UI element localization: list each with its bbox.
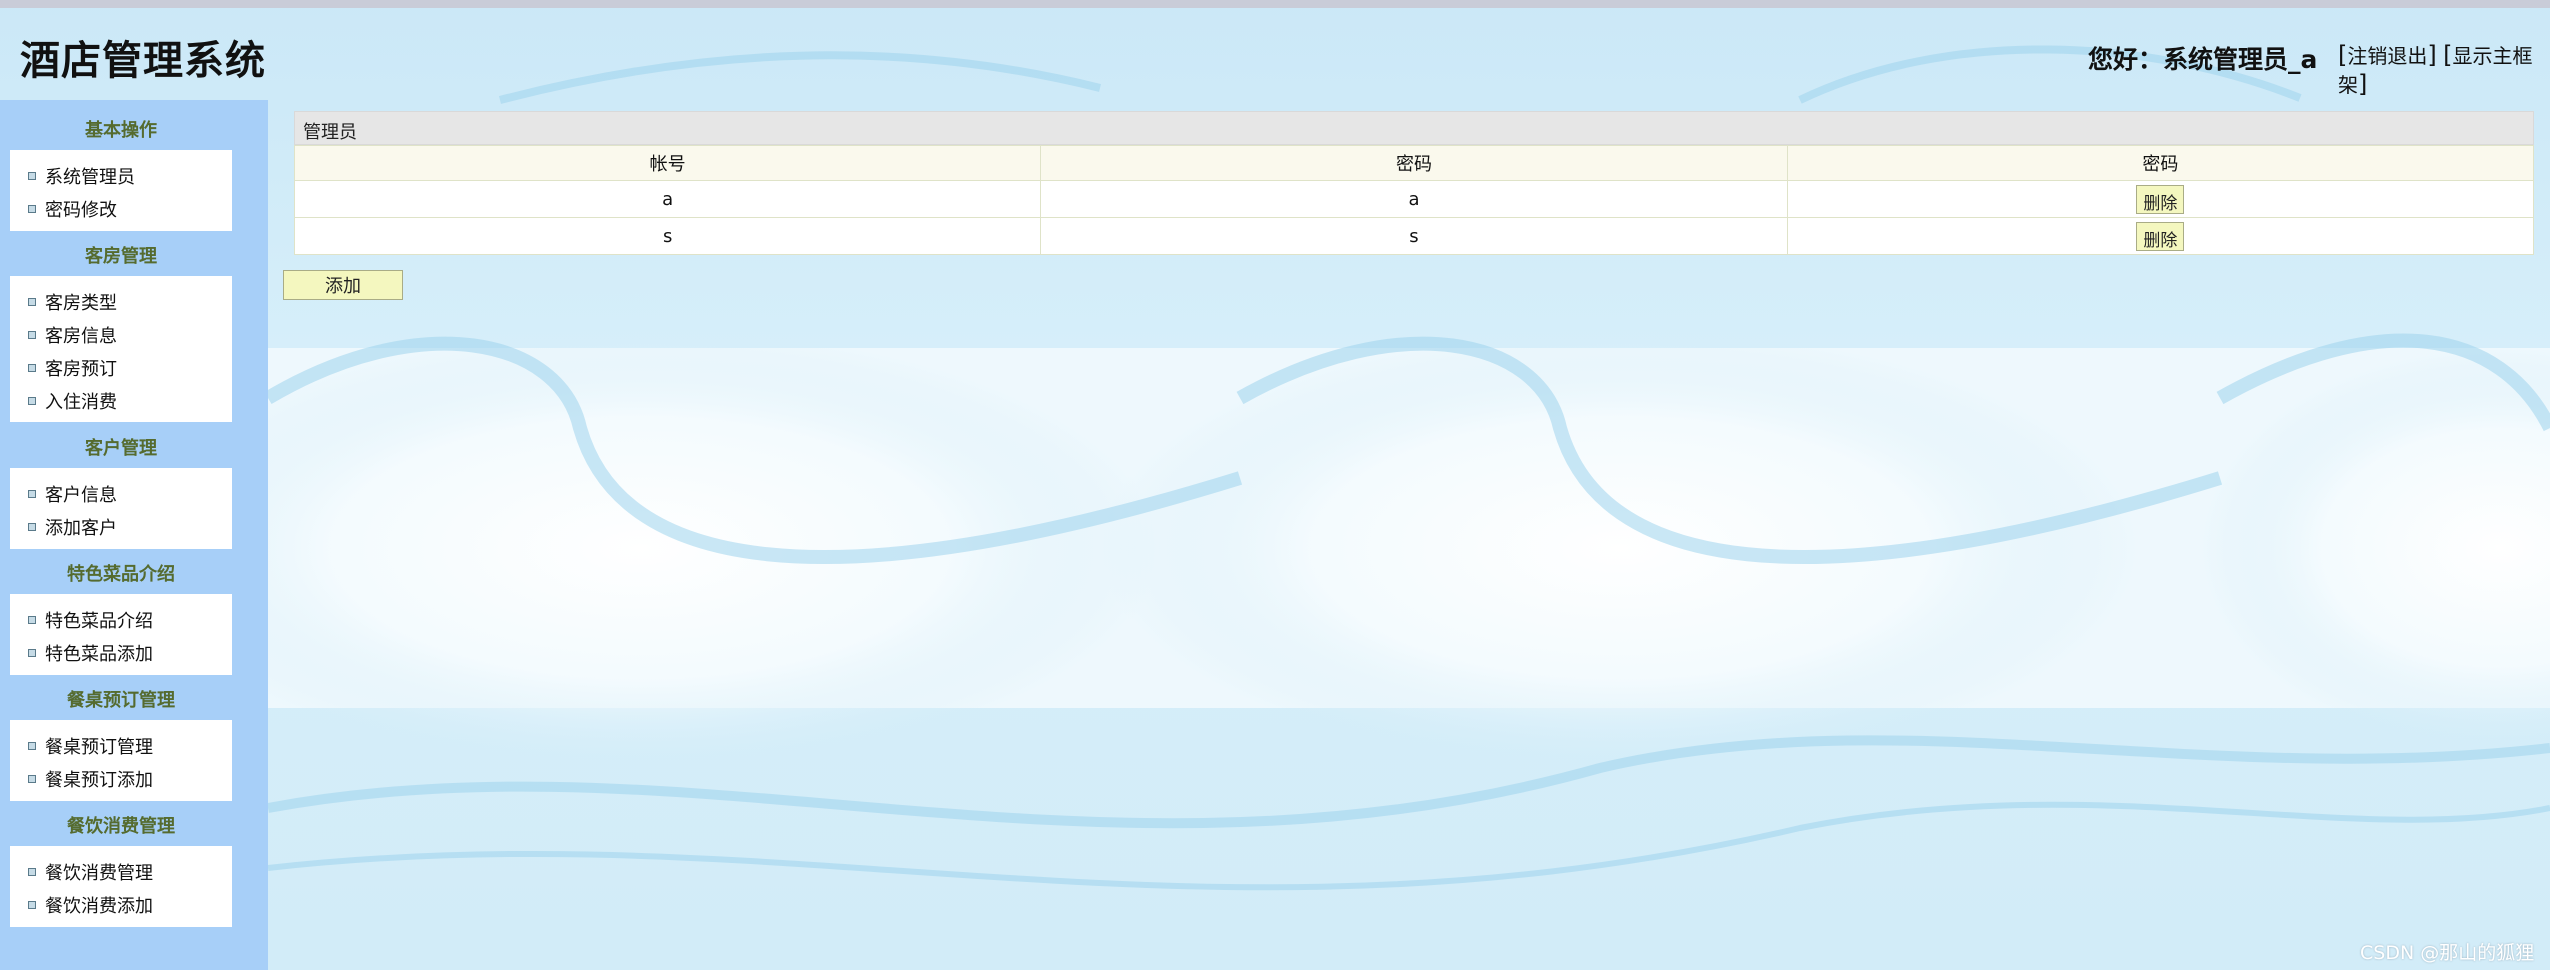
- bullet-icon: [28, 205, 36, 213]
- sidebar-section-title-customers: 客户管理: [85, 438, 157, 459]
- bullet-icon: [28, 775, 36, 783]
- sidebar-item-add-dish[interactable]: 特色菜品添加: [28, 640, 153, 666]
- admin-list-panel: 管理员 帐号 密码 密码 a a 删除 s s 删除: [293, 111, 2535, 255]
- bullet-icon: [28, 901, 36, 909]
- bullet-icon: [28, 172, 36, 180]
- sidebar-item-label: 客户信息: [45, 485, 117, 506]
- sidebar-item-label: 客房类型: [45, 293, 117, 314]
- sidebar-item-label: 添加客户: [45, 518, 117, 539]
- sidebar-section-title-dining: 餐饮消费管理: [67, 816, 175, 837]
- bullet-icon: [28, 649, 36, 657]
- cell-password: a: [1040, 180, 1788, 218]
- sidebar-item-change-password[interactable]: 密码修改: [28, 196, 117, 222]
- bullet-icon: [28, 742, 36, 750]
- header-links: [注销退出] [显示主框架]: [2338, 41, 2533, 98]
- window-top-bar: [0, 0, 2550, 8]
- sidebar-item-label: 餐饮消费添加: [45, 896, 153, 917]
- cell-account: a: [293, 180, 1042, 218]
- cell-account: s: [293, 217, 1042, 255]
- sidebar-section-dishes: 特色菜品介绍 特色菜品添加: [10, 594, 232, 675]
- sidebar-section-customers: 客户信息 添加客户: [10, 468, 232, 549]
- sidebar-item-label: 客房预订: [45, 359, 117, 380]
- sidebar-item-label: 密码修改: [45, 200, 117, 221]
- sidebar-section-table-booking: 餐桌预订管理 餐桌预订添加: [10, 720, 232, 801]
- sidebar-section-rooms: 客房类型 客房信息 客房预订 入住消费: [10, 276, 232, 422]
- add-button[interactable]: 添加: [283, 270, 403, 300]
- bullet-icon: [28, 364, 36, 372]
- sidebar-item-label: 特色菜品介绍: [45, 611, 153, 632]
- column-header-account: 帐号: [293, 145, 1042, 181]
- logout-link[interactable]: 注销退出: [2347, 44, 2427, 68]
- cell-password: s: [1040, 217, 1788, 255]
- sidebar-item-checkin-consumption[interactable]: 入住消费: [28, 388, 117, 414]
- sidebar-item-label: 特色菜品添加: [45, 644, 153, 665]
- sidebar-item-dining-add[interactable]: 餐饮消费添加: [28, 892, 153, 918]
- sidebar-menu: 基本操作 系统管理员 密码修改 客房管理 客房类型 客房信息 客房预订 入住消费…: [0, 100, 268, 970]
- panel-title: 管理员: [294, 111, 2534, 145]
- app-title: 酒店管理系统: [20, 38, 266, 84]
- sidebar-item-dish-intro[interactable]: 特色菜品介绍: [28, 607, 153, 633]
- sidebar-section-title-rooms: 客房管理: [85, 246, 157, 267]
- sidebar-section-basic: 系统管理员 密码修改: [10, 150, 232, 231]
- column-header-password: 密码: [1040, 145, 1788, 181]
- sidebar-item-label: 系统管理员: [45, 167, 135, 188]
- sidebar-item-customer-info[interactable]: 客户信息: [28, 481, 117, 507]
- sidebar-item-label: 客房信息: [45, 326, 117, 347]
- sidebar-section-title-basic: 基本操作: [85, 120, 157, 141]
- sidebar-item-label: 餐桌预订添加: [45, 770, 153, 791]
- user-greeting: 您好：系统管理员_a: [2088, 45, 2318, 74]
- sidebar-item-label: 餐桌预订管理: [45, 737, 153, 758]
- sidebar-item-add-customer[interactable]: 添加客户: [28, 514, 117, 540]
- csdn-watermark: CSDN @那山的狐狸: [2360, 942, 2535, 964]
- bullet-icon: [28, 868, 36, 876]
- sidebar-item-table-booking-manage[interactable]: 餐桌预订管理: [28, 733, 153, 759]
- sidebar-item-room-info[interactable]: 客房信息: [28, 322, 117, 348]
- table-row: a a 删除: [293, 180, 2535, 218]
- table-header-row: 帐号 密码 密码: [293, 145, 2535, 181]
- sidebar-item-room-booking[interactable]: 客房预订: [28, 355, 117, 381]
- sidebar-item-label: 入住消费: [45, 392, 117, 413]
- bullet-icon: [28, 298, 36, 306]
- bullet-icon: [28, 397, 36, 405]
- bullet-icon: [28, 616, 36, 624]
- bullet-icon: [28, 331, 36, 339]
- bullet-icon: [28, 490, 36, 498]
- sidebar-section-title-table-booking: 餐桌预订管理: [67, 690, 175, 711]
- sidebar-item-room-types[interactable]: 客房类型: [28, 289, 117, 315]
- cell-action: 删除: [1786, 180, 2535, 218]
- sidebar-item-dining-manage[interactable]: 餐饮消费管理: [28, 859, 153, 885]
- cell-action: 删除: [1786, 217, 2535, 255]
- column-header-action: 密码: [1786, 145, 2535, 181]
- table-row: s s 删除: [293, 217, 2535, 255]
- sidebar-item-system-admin[interactable]: 系统管理员: [28, 163, 135, 189]
- sidebar-section-title-dishes: 特色菜品介绍: [67, 564, 175, 585]
- sidebar-item-label: 餐饮消费管理: [45, 863, 153, 884]
- delete-button[interactable]: 删除: [2136, 184, 2185, 214]
- delete-button[interactable]: 删除: [2136, 221, 2185, 251]
- admin-table: 帐号 密码 密码 a a 删除 s s 删除: [293, 145, 2535, 255]
- sidebar-section-dining: 餐饮消费管理 餐饮消费添加: [10, 846, 232, 927]
- bullet-icon: [28, 523, 36, 531]
- page-header: 酒店管理系统 您好：系统管理员_a [注销退出] [显示主框架]: [0, 8, 2550, 100]
- sidebar-item-table-booking-add[interactable]: 餐桌预订添加: [28, 766, 153, 792]
